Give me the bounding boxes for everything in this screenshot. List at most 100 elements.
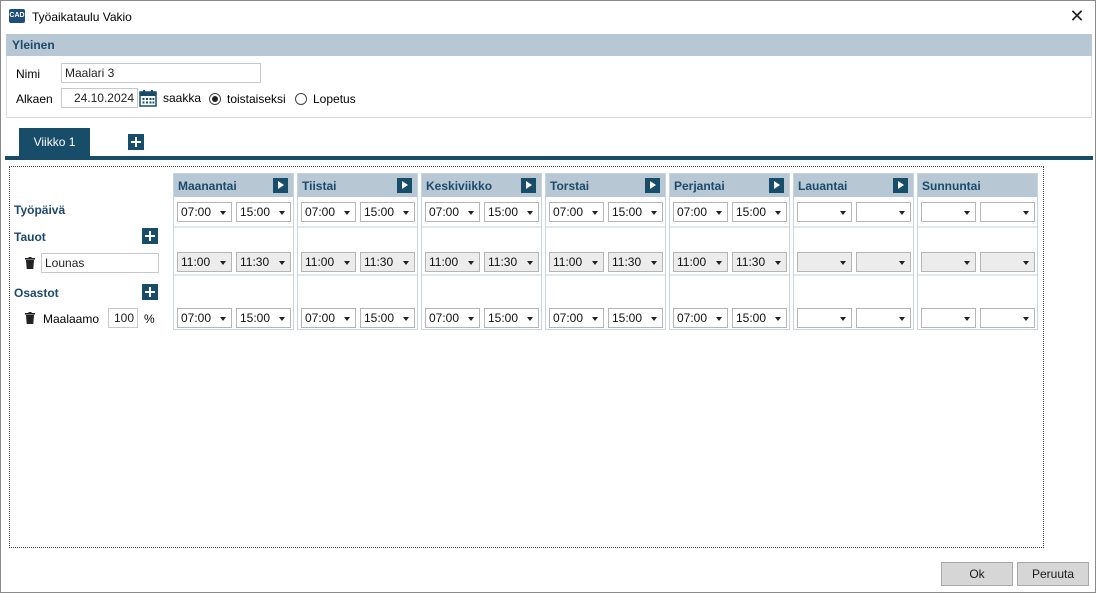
break-end-select[interactable] (856, 252, 911, 272)
work-start-select[interactable]: 07:00 (301, 202, 356, 222)
dept-start-select[interactable]: 07:00 (177, 308, 232, 328)
work-end-select[interactable]: 15:00 (732, 202, 787, 222)
work-start-select[interactable]: 07:00 (177, 202, 232, 222)
day-column: Lauantai (793, 173, 914, 330)
name-input[interactable]: Maalari 3 (61, 63, 261, 83)
select-value: 07:00 (553, 205, 584, 219)
chevron-down-icon (716, 261, 722, 265)
dept-start-select[interactable]: 07:00 (301, 308, 356, 328)
break-end-select[interactable] (980, 252, 1035, 272)
break-end-select[interactable]: 11:30 (236, 252, 291, 272)
dept-start-select[interactable] (797, 308, 852, 328)
copy-forward-icon[interactable] (769, 178, 784, 193)
break-end-select[interactable]: 11:30 (360, 252, 415, 272)
chevron-down-icon (964, 261, 970, 265)
work-end-select[interactable]: 15:00 (360, 202, 415, 222)
select-value: 15:00 (736, 205, 767, 219)
day-header: Sunnuntai (918, 174, 1037, 197)
dept-end-select[interactable]: 15:00 (732, 308, 787, 328)
work-end-select[interactable]: 15:00 (484, 202, 539, 222)
chevron-down-icon (899, 317, 905, 321)
chevron-down-icon (716, 317, 722, 321)
dept-end-select[interactable]: 15:00 (236, 308, 291, 328)
select-value: 07:00 (181, 205, 212, 219)
add-break-button[interactable] (142, 228, 158, 244)
row-divider (422, 274, 541, 276)
break-start-select[interactable]: 11:00 (177, 252, 232, 272)
copy-forward-icon[interactable] (273, 178, 288, 193)
break-end-select[interactable]: 11:30 (608, 252, 663, 272)
add-week-button[interactable] (128, 134, 144, 150)
until-label: saakka (163, 91, 202, 105)
day-header: Tiistai (298, 174, 417, 197)
break-start-select[interactable]: 11:00 (301, 252, 356, 272)
start-date-input[interactable]: 24.10.2024 (61, 88, 138, 108)
day-name: Lauantai (798, 179, 848, 193)
select-value: 11:30 (364, 255, 394, 269)
close-icon[interactable]: ✕ (1067, 6, 1087, 26)
copy-forward-icon[interactable] (397, 178, 412, 193)
workday-label: Työpäivä (14, 203, 66, 217)
select-value: 11:00 (429, 255, 459, 269)
cancel-button[interactable]: Peruuta (1017, 562, 1089, 586)
chevron-down-icon (840, 261, 846, 265)
dept-end-select[interactable] (856, 308, 911, 328)
ok-button[interactable]: Ok (941, 562, 1013, 586)
chevron-down-icon (220, 211, 226, 215)
select-value: 15:00 (240, 311, 271, 325)
department-percent-input[interactable]: 100 (108, 308, 138, 328)
trash-icon[interactable] (25, 312, 35, 324)
select-value: 15:00 (488, 205, 519, 219)
radio-indefinite[interactable] (209, 93, 221, 105)
work-end-select[interactable] (856, 202, 911, 222)
day-column: Tiistai 07:00 15:00 11:00 11:30 07:00 15:00 (297, 173, 418, 330)
copy-forward-icon[interactable] (893, 178, 908, 193)
work-start-select[interactable]: 07:00 (549, 202, 604, 222)
chevron-down-icon (899, 261, 905, 265)
chevron-down-icon (840, 211, 846, 215)
work-start-select[interactable] (797, 202, 852, 222)
title-bar: CAD Työaikataulu Vakio ✕ (1, 1, 1095, 32)
work-end-select[interactable]: 15:00 (236, 202, 291, 222)
work-start-select[interactable] (921, 202, 976, 222)
percent-sign: % (144, 312, 155, 326)
select-value: 07:00 (429, 205, 460, 219)
break-start-select[interactable]: 11:00 (549, 252, 604, 272)
break-start-select[interactable]: 11:00 (673, 252, 728, 272)
tab-week-1[interactable]: Viikko 1 (19, 128, 90, 156)
dept-start-select[interactable]: 07:00 (549, 308, 604, 328)
copy-forward-icon[interactable] (645, 178, 660, 193)
work-end-select[interactable]: 15:00 (608, 202, 663, 222)
section-header-general: Yleinen (6, 34, 1092, 56)
day-column: Torstai 07:00 15:00 11:00 11:30 07:00 15:00 (545, 173, 666, 330)
break-name-input[interactable]: Lounas (41, 253, 159, 273)
break-end-select[interactable]: 11:30 (484, 252, 539, 272)
chevron-down-icon (527, 211, 533, 215)
dept-end-select[interactable] (980, 308, 1035, 328)
row-divider (918, 274, 1037, 276)
chevron-down-icon (840, 317, 846, 321)
dept-start-select[interactable]: 07:00 (673, 308, 728, 328)
break-end-select[interactable]: 11:30 (732, 252, 787, 272)
break-start-select[interactable] (921, 252, 976, 272)
radio-indefinite-label: toistaiseksi (227, 92, 286, 106)
trash-icon[interactable] (25, 257, 35, 269)
select-value: 07:00 (677, 205, 708, 219)
calendar-icon[interactable] (139, 90, 157, 107)
break-start-select[interactable] (797, 252, 852, 272)
dept-end-select[interactable]: 15:00 (608, 308, 663, 328)
chevron-down-icon (403, 211, 409, 215)
chevron-down-icon (1023, 261, 1029, 265)
work-start-select[interactable]: 07:00 (673, 202, 728, 222)
dept-start-select[interactable] (921, 308, 976, 328)
work-end-select[interactable] (980, 202, 1035, 222)
dept-end-select[interactable]: 15:00 (484, 308, 539, 328)
radio-end[interactable] (295, 93, 307, 105)
copy-forward-icon[interactable] (521, 178, 536, 193)
add-department-button[interactable] (142, 284, 158, 300)
dept-start-select[interactable]: 07:00 (425, 308, 480, 328)
chevron-down-icon (1023, 317, 1029, 321)
dept-end-select[interactable]: 15:00 (360, 308, 415, 328)
work-start-select[interactable]: 07:00 (425, 202, 480, 222)
break-start-select[interactable]: 11:00 (425, 252, 480, 272)
